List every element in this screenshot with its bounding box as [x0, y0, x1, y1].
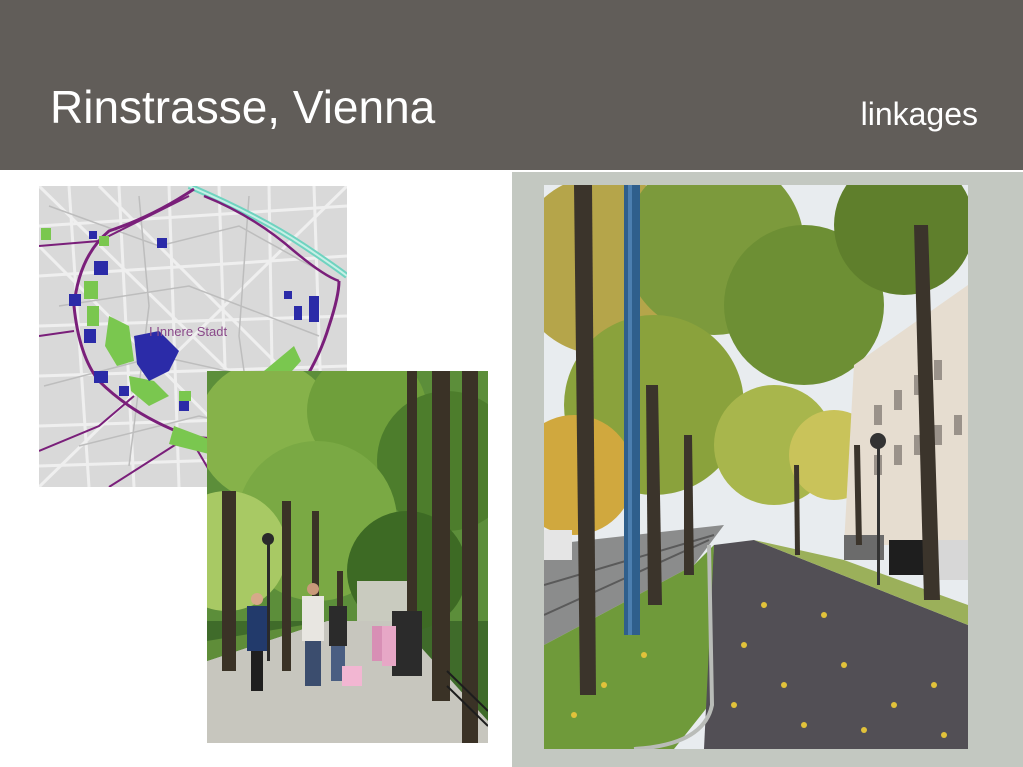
promenade-photo	[207, 371, 488, 743]
ringstrasse-avenue-photo	[544, 185, 968, 749]
slide-subtitle: linkages	[860, 96, 978, 132]
map-district-label: I Innere Stadt	[149, 324, 227, 339]
slide-header: Rinstrasse, Vienna linkages	[0, 0, 1023, 170]
slide-title: Rinstrasse, Vienna	[50, 81, 436, 133]
